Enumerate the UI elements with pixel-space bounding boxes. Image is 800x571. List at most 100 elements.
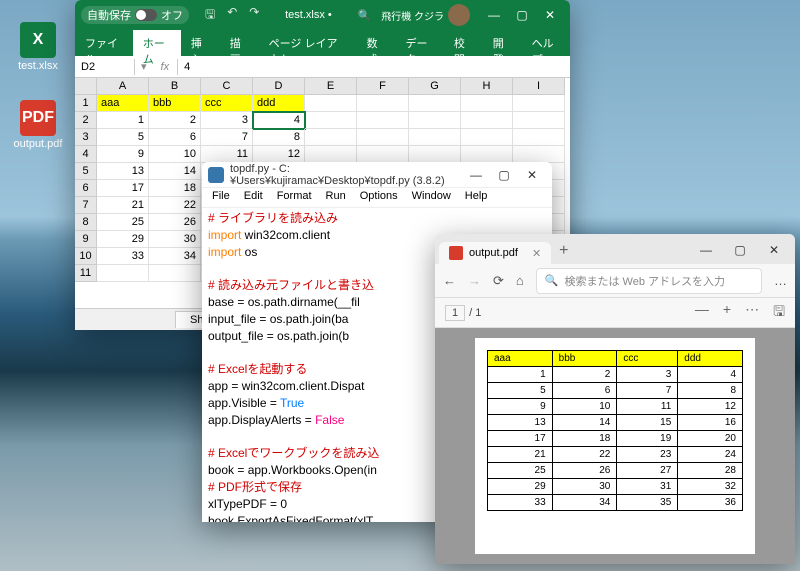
- maximize-button[interactable]: ▢: [723, 236, 757, 264]
- cell[interactable]: [149, 265, 201, 282]
- cell[interactable]: 33: [97, 248, 149, 265]
- ribbon-tab[interactable]: 校閲: [444, 30, 483, 56]
- ribbon-tab[interactable]: 描画: [220, 30, 259, 56]
- close-button[interactable]: ✕: [518, 162, 546, 189]
- col-header[interactable]: I: [513, 78, 565, 95]
- cell[interactable]: 22: [149, 197, 201, 214]
- tab-close-icon[interactable]: ✕: [532, 247, 541, 260]
- col-header[interactable]: A: [97, 78, 149, 95]
- cell[interactable]: [357, 146, 409, 163]
- cell[interactable]: 18: [149, 180, 201, 197]
- ribbon-tab[interactable]: ファイル: [75, 30, 133, 56]
- zoom-out-button[interactable]: —: [695, 301, 709, 325]
- cell[interactable]: 3: [201, 112, 253, 129]
- ribbon-tab[interactable]: 開発: [483, 30, 522, 56]
- cell[interactable]: [461, 146, 513, 163]
- cell[interactable]: 5: [97, 129, 149, 146]
- row-header[interactable]: 5: [75, 163, 97, 180]
- new-tab-button[interactable]: +: [551, 238, 576, 264]
- cell[interactable]: 11: [201, 146, 253, 163]
- row-header[interactable]: 10: [75, 248, 97, 265]
- select-all-corner[interactable]: [75, 78, 97, 95]
- minimize-button[interactable]: —: [462, 162, 490, 189]
- row-header[interactable]: 3: [75, 129, 97, 146]
- idle-titlebar[interactable]: topdf.py - C:¥Users¥kujiramac¥Desktop¥to…: [202, 162, 552, 188]
- row-header[interactable]: 9: [75, 231, 97, 248]
- name-box[interactable]: D2: [75, 59, 135, 75]
- cell[interactable]: 30: [149, 231, 201, 248]
- cell[interactable]: [461, 129, 513, 146]
- cell[interactable]: 6: [149, 129, 201, 146]
- ribbon-tab[interactable]: ホーム: [133, 30, 181, 56]
- cell[interactable]: [513, 146, 565, 163]
- browser-tab[interactable]: output.pdf ✕: [439, 242, 551, 264]
- cell[interactable]: [513, 129, 565, 146]
- back-button[interactable]: ←: [443, 273, 456, 288]
- cell[interactable]: [357, 95, 409, 112]
- save-button[interactable]: 🖫: [773, 301, 785, 325]
- cell[interactable]: [513, 95, 565, 112]
- cell[interactable]: aaa: [97, 95, 149, 112]
- idle-menu-item[interactable]: Format: [271, 188, 318, 207]
- forward-button[interactable]: →: [468, 273, 481, 288]
- idle-menu-item[interactable]: Help: [459, 188, 494, 207]
- cell[interactable]: [305, 129, 357, 146]
- cell[interactable]: 7: [201, 129, 253, 146]
- cell[interactable]: [409, 146, 461, 163]
- page-input[interactable]: 1: [445, 305, 465, 321]
- cell[interactable]: 1: [97, 112, 149, 129]
- cell[interactable]: ccc: [201, 95, 253, 112]
- idle-menu-item[interactable]: Run: [320, 188, 352, 207]
- cell[interactable]: 13: [97, 163, 149, 180]
- idle-menu-item[interactable]: Edit: [238, 188, 269, 207]
- maximize-button[interactable]: ▢: [490, 162, 518, 189]
- more-button[interactable]: ⋯: [745, 301, 759, 325]
- cell[interactable]: ddd: [253, 95, 305, 112]
- idle-menu-item[interactable]: File: [206, 188, 236, 207]
- row-header[interactable]: 4: [75, 146, 97, 163]
- close-button[interactable]: ✕: [757, 236, 791, 264]
- address-bar[interactable]: 🔍 検索または Web アドレスを入力: [536, 268, 762, 294]
- cell[interactable]: [305, 95, 357, 112]
- ribbon-tab[interactable]: 挿入: [181, 30, 220, 56]
- close-button[interactable]: ✕: [536, 1, 564, 29]
- cell[interactable]: 14: [149, 163, 201, 180]
- col-header[interactable]: G: [409, 78, 461, 95]
- cell[interactable]: [357, 129, 409, 146]
- row-header[interactable]: 2: [75, 112, 97, 129]
- col-header[interactable]: E: [305, 78, 357, 95]
- cell[interactable]: 29: [97, 231, 149, 248]
- user-account[interactable]: 飛行機 クジラ: [381, 4, 470, 26]
- minimize-button[interactable]: —: [689, 236, 723, 264]
- cell[interactable]: 10: [149, 146, 201, 163]
- menu-button[interactable]: …: [774, 273, 787, 288]
- formula-input[interactable]: 4: [178, 59, 570, 75]
- col-header[interactable]: D: [253, 78, 305, 95]
- desktop-icon-pdf[interactable]: PDF output.pdf: [8, 100, 68, 150]
- autosave-toggle[interactable]: 自動保存 オフ: [81, 6, 189, 24]
- col-header[interactable]: F: [357, 78, 409, 95]
- cell[interactable]: [357, 112, 409, 129]
- home-button[interactable]: ⌂: [516, 273, 524, 288]
- dropdown-icon[interactable]: ▾: [135, 60, 153, 73]
- pdf-viewport[interactable]: aaabbbcccddd1234567891011121314151617181…: [435, 328, 795, 564]
- cell[interactable]: [461, 95, 513, 112]
- ribbon-tab[interactable]: ページ レイアウト: [259, 30, 357, 56]
- col-header[interactable]: B: [149, 78, 201, 95]
- save-icon[interactable]: 🖫: [205, 5, 215, 26]
- cell[interactable]: [461, 112, 513, 129]
- row-header[interactable]: 11: [75, 265, 97, 282]
- ribbon-tab[interactable]: データ: [396, 30, 444, 56]
- col-header[interactable]: C: [201, 78, 253, 95]
- row-header[interactable]: 7: [75, 197, 97, 214]
- search-icon[interactable]: 🔍: [358, 9, 372, 22]
- zoom-in-button[interactable]: +: [723, 301, 731, 325]
- row-header[interactable]: 8: [75, 214, 97, 231]
- cell[interactable]: [409, 112, 461, 129]
- ribbon-tab[interactable]: ヘルプ: [522, 30, 570, 56]
- idle-menu-item[interactable]: Options: [354, 188, 404, 207]
- cell[interactable]: bbb: [149, 95, 201, 112]
- row-header[interactable]: 6: [75, 180, 97, 197]
- fx-label[interactable]: fx: [153, 59, 179, 75]
- redo-icon[interactable]: ↷: [249, 5, 259, 26]
